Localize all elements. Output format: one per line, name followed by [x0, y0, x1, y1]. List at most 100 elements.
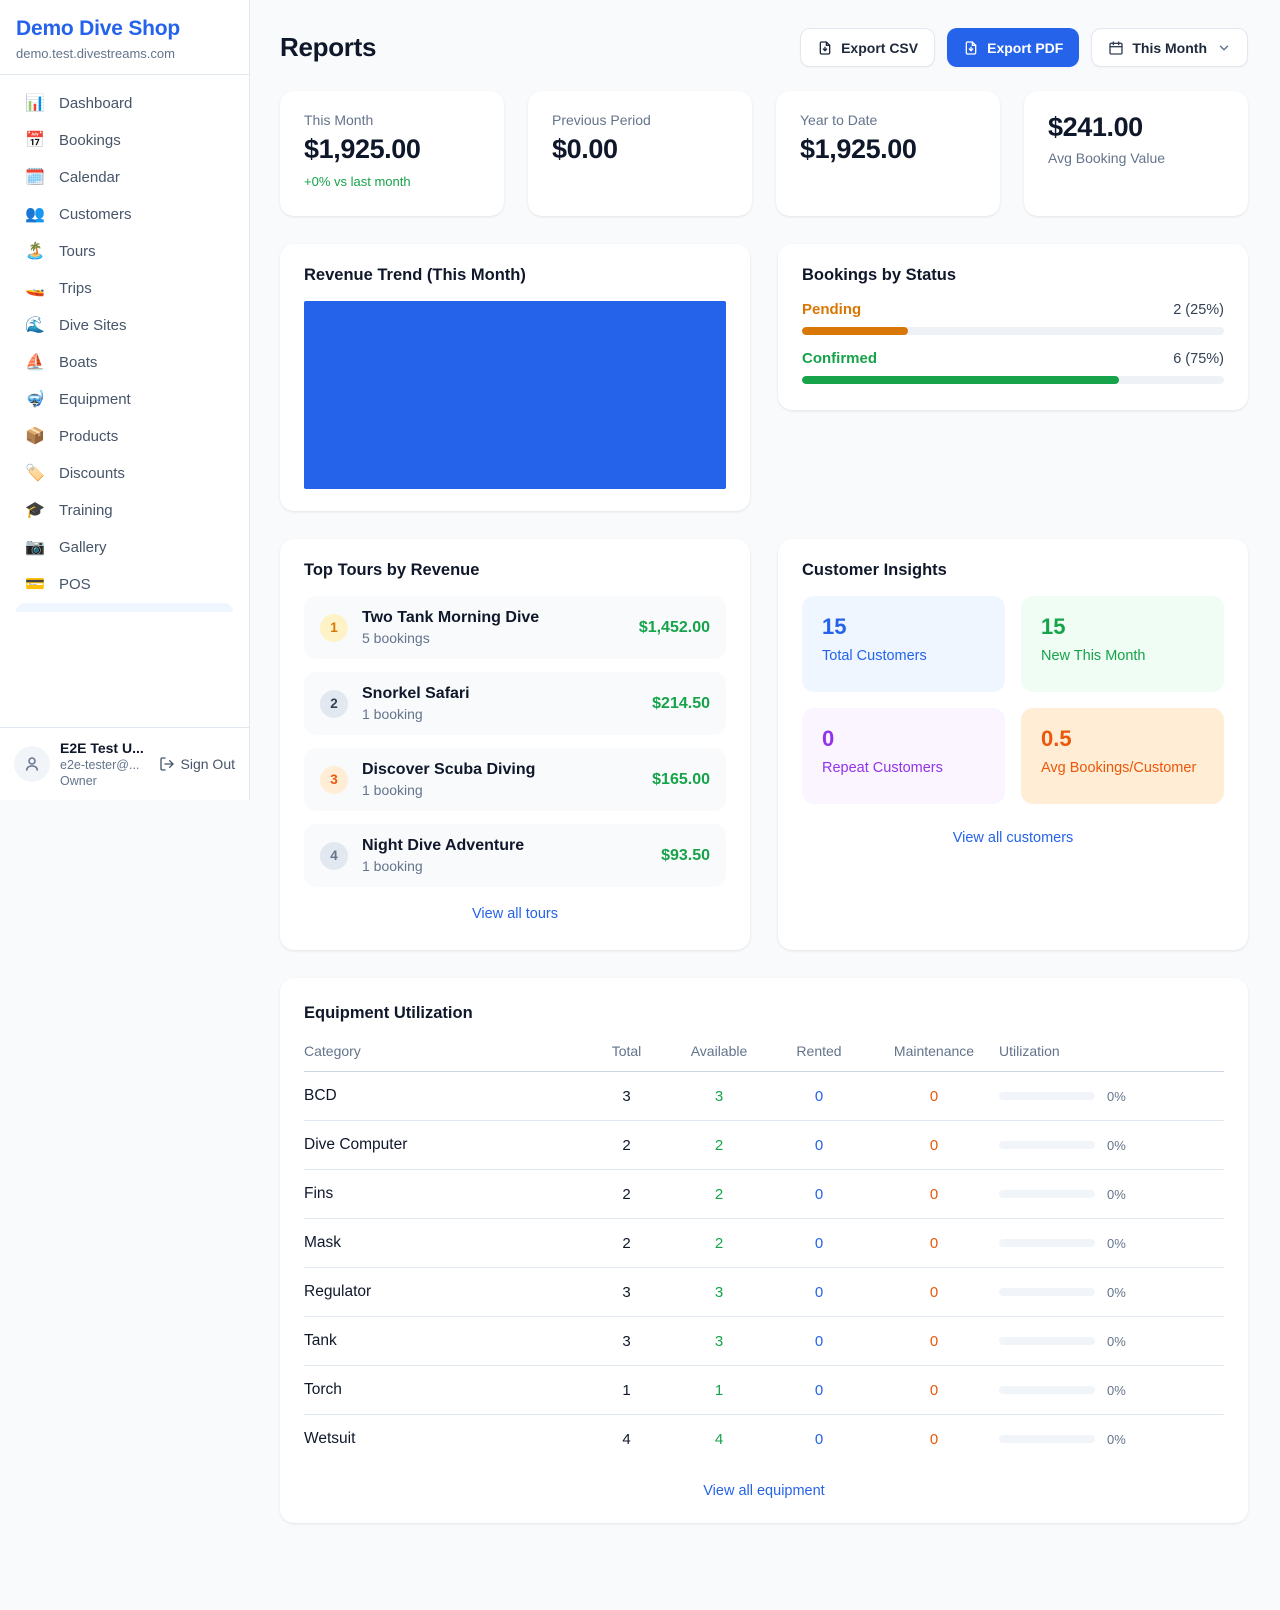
insight-label: Repeat Customers	[822, 760, 985, 776]
rank-badge: 1	[320, 614, 348, 642]
sign-out-button[interactable]: Sign Out	[159, 756, 235, 772]
equipment-maintenance: 0	[869, 1235, 999, 1252]
sidebar-item-discounts[interactable]: 🏷️Discounts	[8, 455, 241, 492]
stat-value: $1,925.00	[304, 134, 480, 165]
diving-mask-icon: 🤿	[24, 392, 46, 408]
period-dropdown[interactable]: This Month	[1091, 28, 1248, 67]
sidebar-item-calendar[interactable]: 🗓️ Calendar	[8, 159, 241, 196]
tour-bookings: 1 booking	[362, 706, 470, 722]
sidebar-item-label: Dive Sites	[59, 317, 127, 334]
table-row: BCD 3 3 0 0 0%	[304, 1072, 1224, 1121]
main-content: Reports Export CSV Export PDF This Month…	[250, 0, 1280, 1610]
rank-badge: 3	[320, 766, 348, 794]
people-icon: 👥	[24, 207, 46, 223]
avatar	[14, 746, 50, 782]
revenue-trend-chart	[304, 301, 726, 489]
tour-name: Two Tank Morning Dive	[362, 609, 539, 627]
rank-badge: 2	[320, 690, 348, 718]
equipment-available: 4	[669, 1431, 769, 1448]
sidebar-item-equipment[interactable]: 🤿 Equipment	[8, 381, 241, 418]
export-csv-button[interactable]: Export CSV	[800, 28, 935, 67]
equipment-available: 3	[669, 1333, 769, 1350]
view-all-customers-link[interactable]: View all customers	[802, 824, 1224, 852]
insight-label: New This Month	[1041, 648, 1204, 664]
tour-name: Snorkel Safari	[362, 685, 470, 703]
progress-track	[802, 376, 1224, 384]
equipment-rented: 0	[769, 1284, 869, 1301]
file-download-icon	[817, 40, 833, 56]
island-icon: 🏝️	[24, 244, 46, 260]
insight-tile-avg-bookings: 0.5 Avg Bookings/Customer	[1021, 708, 1224, 804]
equipment-total: 2	[584, 1186, 669, 1203]
spiral-calendar-icon: 🗓️	[24, 170, 46, 186]
sidebar-item-boats[interactable]: ⛵ Boats	[8, 344, 241, 381]
insight-value: 15	[822, 614, 985, 640]
sidebar-item-tours[interactable]: 🏝️Tours	[8, 233, 241, 270]
equipment-available: 2	[669, 1235, 769, 1252]
header-actions: Export CSV Export PDF This Month	[800, 28, 1248, 67]
equipment-total: 2	[584, 1235, 669, 1252]
stats-row: This Month $1,925.00 +0% vs last month P…	[280, 91, 1248, 216]
table-row: Mask 2 2 0 0 0%	[304, 1219, 1224, 1268]
status-label: Confirmed	[802, 350, 877, 367]
equipment-category: Regulator	[304, 1283, 584, 1301]
file-download-icon	[963, 40, 979, 56]
sidebar-item-label: Dashboard	[59, 95, 132, 112]
sidebar-item-partially-visible[interactable]	[16, 603, 233, 612]
stat-label: Previous Period	[552, 112, 728, 128]
insight-tile-new-this-month: 15 New This Month	[1021, 596, 1224, 692]
user-footer: E2E Test U... e2e-tester@... Owner Sign …	[0, 727, 249, 800]
utilization-percent: 0%	[1107, 1432, 1126, 1447]
bookings-by-status-panel: Bookings by Status Pending 2 (25%) Confi…	[778, 244, 1248, 410]
equipment-rented: 0	[769, 1431, 869, 1448]
sidebar-item-training[interactable]: 🎓Training	[8, 492, 241, 529]
insight-value: 15	[1041, 614, 1204, 640]
sidebar-nav: 📊Dashboard 📅Bookings 🗓️ Calendar 👥Custome…	[0, 75, 249, 727]
tour-list-item: 3 Discover Scuba Diving 1 booking $165.0…	[304, 748, 726, 811]
column-header: Rented	[769, 1043, 869, 1059]
sidebar-item-dashboard[interactable]: 📊Dashboard	[8, 85, 241, 122]
stat-value: $1,925.00	[800, 134, 976, 165]
insight-tile-repeat-customers: 0 Repeat Customers	[802, 708, 1005, 804]
sidebar-item-customers[interactable]: 👥Customers	[8, 196, 241, 233]
insight-value: 0	[822, 726, 985, 752]
charts-row: Revenue Trend (This Month) Bookings by S…	[280, 244, 1248, 511]
view-all-tours-link[interactable]: View all tours	[304, 900, 726, 928]
table-row: Torch 1 1 0 0 0%	[304, 1366, 1224, 1415]
sidebar-item-label: Boats	[59, 354, 97, 371]
graduation-cap-icon: 🎓	[24, 503, 46, 519]
equipment-total: 2	[584, 1137, 669, 1154]
user-email: e2e-tester@...	[60, 758, 144, 772]
tour-list-item: 2 Snorkel Safari 1 booking $214.50	[304, 672, 726, 735]
calendar-icon	[1108, 40, 1124, 56]
tour-name: Night Dive Adventure	[362, 837, 524, 855]
status-row-confirmed: Confirmed 6 (75%)	[802, 350, 1224, 384]
column-header: Total	[584, 1043, 669, 1059]
column-header: Category	[304, 1043, 584, 1059]
sidebar-item-pos[interactable]: 💳POS	[8, 566, 241, 603]
utilization-percent: 0%	[1107, 1383, 1126, 1398]
export-pdf-label: Export PDF	[987, 40, 1063, 56]
tour-bookings: 1 booking	[362, 782, 535, 798]
bookings-by-status-title: Bookings by Status	[802, 266, 1224, 285]
view-all-equipment-link[interactable]: View all equipment	[304, 1477, 1224, 1505]
sidebar-item-label: Equipment	[59, 391, 131, 408]
stat-label: Year to Date	[800, 112, 976, 128]
sidebar-item-label: Calendar	[59, 169, 120, 186]
sidebar-item-dive-sites[interactable]: 🌊Dive Sites	[8, 307, 241, 344]
sidebar-item-bookings[interactable]: 📅Bookings	[8, 122, 241, 159]
sidebar-item-trips[interactable]: 🚤Trips	[8, 270, 241, 307]
equipment-total: 3	[584, 1088, 669, 1105]
equipment-category: BCD	[304, 1087, 584, 1105]
export-pdf-button[interactable]: Export PDF	[947, 28, 1079, 67]
sidebar-item-products[interactable]: 📦Products	[8, 418, 241, 455]
utilization-bar	[999, 1190, 1095, 1198]
equipment-category: Mask	[304, 1234, 584, 1252]
equipment-rented: 0	[769, 1235, 869, 1252]
sidebar-item-gallery[interactable]: 📷Gallery	[8, 529, 241, 566]
shop-domain: demo.test.divestreams.com	[16, 46, 233, 61]
status-label: Pending	[802, 301, 861, 318]
tour-revenue: $214.50	[652, 695, 710, 713]
camera-icon: 📷	[24, 540, 46, 556]
sailboat-icon: ⛵	[24, 355, 46, 371]
